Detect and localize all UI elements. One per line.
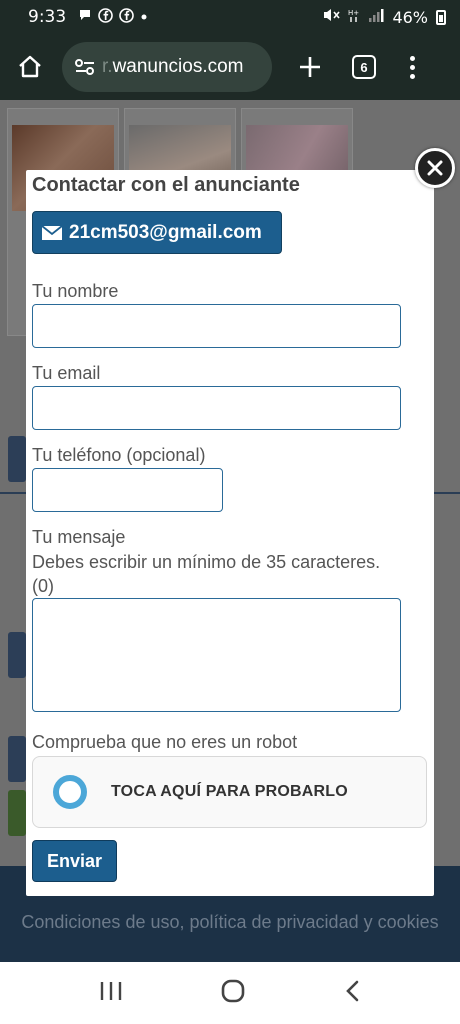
message-label: Tu mensaje [32,527,126,547]
background-button [8,790,26,836]
back-button[interactable] [343,979,361,1008]
status-bar: 9:33 H+ 46% [0,0,460,34]
new-tab-button[interactable] [290,47,330,87]
facebook-notification-icon [119,7,134,27]
message-hint-text: Debes escribir un mínimo de 35 caractere… [32,552,381,572]
captcha-ring-icon [53,775,87,809]
captcha-label: TOCA AQUÍ PARA PROBARLO [111,783,348,800]
home-circle-icon [221,979,245,1002]
footer-links[interactable]: Condiciones de uso, política de privacid… [20,910,440,934]
message-hint: Debes escribir un mínimo de 35 caractere… [32,550,432,598]
url-domain: wanuncios.com [112,56,244,77]
email-label: Tu email [32,363,101,383]
plus-icon [300,57,320,77]
url-prefix: r. [102,56,113,77]
phone-label: Tu teléfono (opcional) [32,445,206,465]
dialog-title: Contactar con el anunciante [32,174,300,196]
status-time: 9:33 [28,7,67,27]
signal-icon [368,7,384,27]
recent-apps-button[interactable] [99,980,123,1007]
tab-switcher-button[interactable]: 6 [352,55,376,79]
close-icon [427,160,443,176]
chat-notification-icon [78,8,92,26]
notification-icons [78,7,148,27]
background-button [8,632,26,678]
email-button[interactable]: 21cm503@gmail.com [32,211,282,254]
battery-percent: 46% [392,7,428,27]
home-button[interactable] [10,47,50,87]
background-button [8,436,26,482]
email-field[interactable] [32,386,401,430]
address-bar[interactable]: r. wanuncios.com [62,42,272,92]
site-settings-icon[interactable] [74,58,96,76]
contact-dialog: Contactar con el anunciante 21cm503@gmai… [26,170,434,896]
message-field[interactable] [32,598,401,712]
svg-text:H+: H+ [348,9,359,17]
captcha-widget[interactable]: TOCA AQUÍ PARA PROBARLO [32,756,427,828]
recent-apps-icon [100,981,121,1000]
close-dialog-button[interactable] [415,148,455,188]
background-button [8,736,26,782]
battery-icon [436,9,446,25]
send-button[interactable]: Enviar [32,840,117,882]
network-type-icon: H+ [348,7,360,27]
system-navigation-bar [0,962,460,1024]
facebook-notification-icon [98,7,113,27]
phone-field[interactable] [32,468,223,512]
more-options-icon[interactable] [402,55,422,79]
mute-icon [322,7,341,27]
envelope-icon [41,224,63,241]
robot-check-label: Comprueba que no eres un robot [32,732,298,752]
back-icon [346,980,359,1001]
name-field[interactable] [32,304,401,348]
message-char-count: (0) [32,576,54,596]
browser-toolbar: r. wanuncios.com 6 [0,34,460,100]
dot-icon [140,9,148,25]
name-label: Tu nombre [32,281,119,301]
home-icon [19,55,41,78]
home-nav-button[interactable] [220,978,246,1009]
email-button-label: 21cm503@gmail.com [69,221,262,243]
